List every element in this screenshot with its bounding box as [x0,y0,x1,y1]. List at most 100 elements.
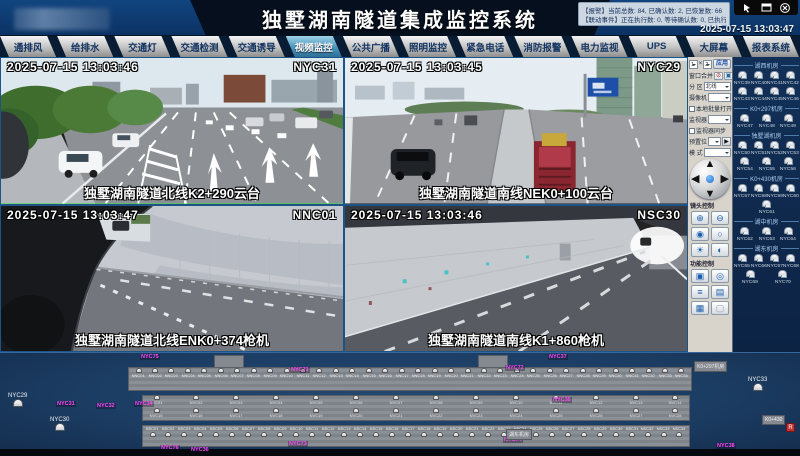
schematic-camera[interactable]: NNC27 [560,368,573,379]
schematic-camera[interactable]: NSC03 [178,426,191,437]
tree-camera[interactable]: NYC50 [735,141,750,156]
monitor-switch-icon[interactable]: ▤ [711,285,729,299]
schematic-camera[interactable]: NVC07 [390,395,403,406]
schematic-camera[interactable]: NNC30 [609,368,622,379]
schematic-camera[interactable]: NVC15 [150,408,163,419]
nav-tab[interactable]: 大屏幕 [686,36,742,57]
schematic-camera[interactable]: NVC12 [589,395,602,406]
focus-near-icon[interactable]: ◉ [691,227,709,241]
alarm-red-icon[interactable]: R [786,423,795,432]
highlighted-camera-label[interactable]: NYC34 [134,401,154,407]
tree-camera[interactable]: NYC65 [735,254,750,269]
schematic-camera[interactable]: NSC13 [338,426,351,437]
schematic-camera[interactable]: NVC05 [310,395,323,406]
schematic-camera[interactable]: NSC10 [290,426,303,437]
schematic-camera[interactable]: NVC10 [509,395,522,406]
schematic-camera[interactable]: NSC30 [609,426,622,437]
schematic-camera[interactable]: NVC24 [509,408,522,419]
schematic-camera[interactable]: NSC19 [433,426,446,437]
highlighted-camera-label[interactable]: NYC76 [160,445,180,451]
schematic-camera[interactable]: NNC05 [198,368,211,379]
tree-camera[interactable]: NYC66 [751,254,766,269]
schematic-camera[interactable]: NSC17 [402,426,415,437]
schematic-camera[interactable]: NVC16 [190,408,203,419]
nav-tab[interactable]: 报表系统 [743,36,799,57]
schematic-camera[interactable]: NVC25 [549,408,562,419]
schematic-camera[interactable]: NNC06 [214,368,227,379]
schematic-camera[interactable]: NVC28 [669,408,682,419]
schematic-camera[interactable]: NSC08 [258,426,271,437]
close-icon[interactable] [780,3,790,13]
schematic-camera[interactable]: NYC29 [8,393,27,407]
schematic-camera[interactable]: NSC20 [449,426,462,437]
tree-camera[interactable]: NYC44 [751,87,766,102]
tree-camera[interactable]: NYC58 [751,184,766,199]
schematic-camera[interactable]: NNC33 [659,368,672,379]
tree-camera[interactable]: NYC52 [767,141,782,156]
schematic-camera[interactable]: NSC02 [162,426,175,437]
layout-cols-select[interactable]: 2 [703,60,712,69]
schematic-camera[interactable]: NSC33 [657,426,670,437]
schematic-camera[interactable]: NNC16 [379,368,392,379]
preset-go-button[interactable]: ▶ [722,137,731,146]
schematic-camera[interactable]: NSC22 [481,426,494,437]
schematic-camera[interactable]: NVC09 [469,395,482,406]
local-batch-checkbox[interactable] [689,106,695,112]
schematic-camera[interactable]: NYC33 [748,377,767,391]
schematic-camera[interactable]: NNC34 [675,368,688,379]
monitor-sync-checkbox[interactable] [689,128,695,134]
nav-tab[interactable]: 给排水 [57,36,113,57]
schematic-camera[interactable]: NNC21 [461,368,474,379]
schematic-camera[interactable]: NVC27 [629,408,642,419]
pan-down-arrow-icon[interactable]: ▼ [705,189,716,199]
tree-camera[interactable]: NYC55 [759,157,774,172]
tree-camera[interactable]: NYC39 [735,71,750,86]
tree-camera[interactable]: NYC56 [781,157,796,172]
zone-select[interactable]: 北线 [704,82,731,91]
schematic-camera[interactable]: NSC18 [417,426,430,437]
tree-camera[interactable]: NYC57 [735,184,750,199]
highlighted-camera-label[interactable]: NYC73 [288,441,308,447]
highlighted-camera-label[interactable]: NYC75 [140,354,160,360]
nav-tab[interactable]: 通排风 [0,36,56,57]
tree-camera[interactable]: NYC45 [767,87,782,102]
schematic-camera[interactable]: NVC03 [230,395,243,406]
tree-camera[interactable]: NYC48 [759,114,774,129]
schematic-camera[interactable]: NNC18 [412,368,425,379]
schematic-camera[interactable]: NNC17 [395,368,408,379]
schematic-camera[interactable]: NSC11 [306,426,319,437]
schematic-camera[interactable]: NVC22 [429,408,442,419]
highlighted-camera-label[interactable]: NYC31 [56,401,76,407]
nav-tab[interactable]: 消防报警 [514,36,570,57]
schematic-camera[interactable]: NNC25 [527,368,540,379]
map-view-icon[interactable]: ▦ [691,301,709,315]
schematic-camera[interactable]: NNC26 [543,368,556,379]
tree-camera[interactable]: NYC42 [783,71,798,86]
preset-select[interactable] [708,137,721,146]
schematic-camera[interactable]: NVC06 [350,395,363,406]
highlighted-camera-label[interactable]: NYC37 [548,354,568,360]
nav-tab[interactable]: 视频监控 [286,36,342,57]
iris-open-icon[interactable]: ☀ [691,243,709,257]
window-icon[interactable] [761,3,772,12]
schematic-camera[interactable]: NNC04 [181,368,194,379]
tree-camera[interactable]: NYC63 [759,227,774,242]
schematic-camera[interactable]: NYC30 [50,417,69,431]
tree-camera[interactable]: NYC54 [737,157,752,172]
ptz-joystick[interactable]: ▲ ▼ ◀ ▶ [690,159,730,199]
focus-far-icon[interactable]: ○ [711,227,729,241]
tree-camera[interactable]: NYC69 [743,270,758,285]
schematic-camera[interactable]: NNC22 [478,368,491,379]
video-feed-nyc31[interactable]: 2025-07-15 13:03:46 NYC31 独墅湖南隧道北线K2+290… [1,58,343,204]
tree-camera[interactable]: NYC70 [775,270,790,285]
tree-camera[interactable]: NYC47 [737,114,752,129]
schematic-camera[interactable]: NNC14 [346,368,359,379]
schematic-camera[interactable]: NSC26 [545,426,558,437]
tree-camera[interactable]: NYC41 [767,71,782,86]
snapshot-icon[interactable]: ▣ [691,269,709,283]
schematic-camera[interactable]: NNC03 [165,368,178,379]
schematic-camera[interactable]: NSC29 [593,426,606,437]
schematic-camera[interactable]: NVC13 [629,395,642,406]
nav-tab[interactable]: 交通灯 [114,36,170,57]
schematic-camera[interactable]: NVC19 [310,408,323,419]
